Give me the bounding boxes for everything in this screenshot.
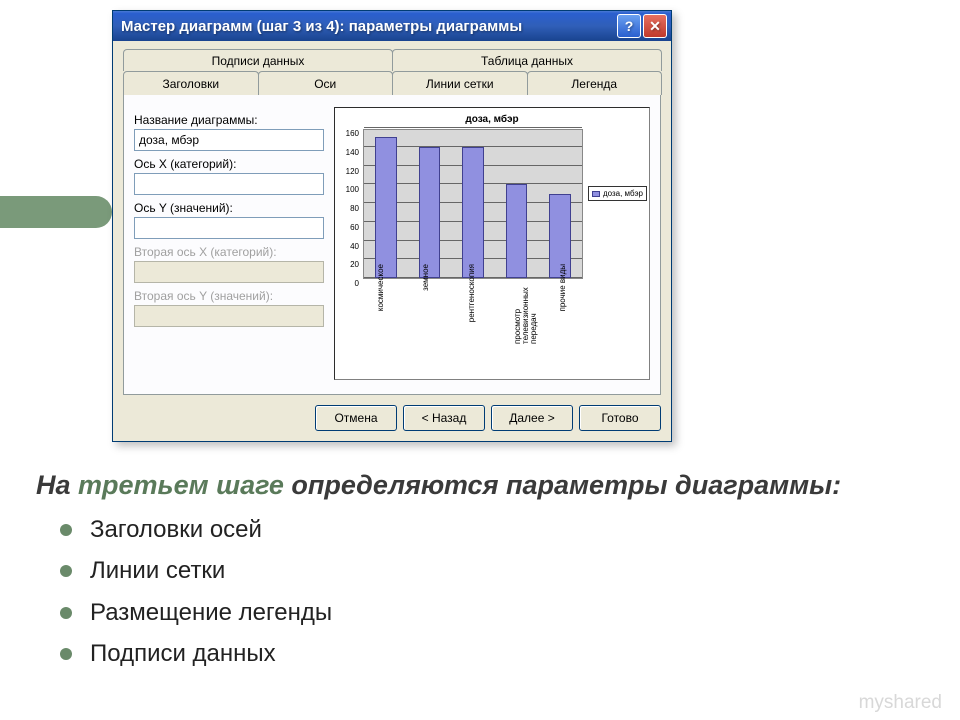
heading-prefix: На <box>36 470 78 500</box>
axis-x2-label: Вторая ось X (категорий): <box>134 245 324 259</box>
axis-y2-input <box>134 305 324 327</box>
legend-swatch <box>592 191 600 197</box>
chart-name-label: Название диаграммы: <box>134 113 324 127</box>
chart-bar <box>462 147 484 278</box>
chart-legend: доза, мбэр <box>588 186 647 201</box>
titlebar[interactable]: Мастер диаграмм (шаг 3 из 4): параметры … <box>113 11 671 41</box>
tabs: Подписи данных Таблица данных Заголовки … <box>123 49 661 395</box>
titles-form: Название диаграммы: Ось X (категорий): О… <box>134 107 324 380</box>
heading-highlight: третьем шаге <box>78 470 284 500</box>
axis-x-label: Ось X (категорий): <box>134 157 324 171</box>
slide-accent <box>0 196 112 228</box>
chart-wizard-dialog: Мастер диаграмм (шаг 3 из 4): параметры … <box>112 10 672 442</box>
back-button[interactable]: < Назад <box>403 405 485 431</box>
list-item: Заголовки осей <box>60 514 332 546</box>
chart-bar <box>375 137 397 278</box>
wizard-buttons: Отмена < Назад Далее > Готово <box>123 405 661 431</box>
axis-y-label: Ось Y (значений): <box>134 201 324 215</box>
list-item: Подписи данных <box>60 638 332 670</box>
list-item: Размещение легенды <box>60 597 332 629</box>
watermark: myshared <box>859 692 942 714</box>
tab-axes[interactable]: Оси <box>258 71 394 95</box>
heading-suffix: определяются параметры диаграммы: <box>284 470 841 500</box>
tab-titles[interactable]: Заголовки <box>123 71 259 95</box>
tab-gridlines[interactable]: Линии сетки <box>392 71 528 95</box>
dialog-body: Подписи данных Таблица данных Заголовки … <box>113 41 671 441</box>
titlebar-text: Мастер диаграмм (шаг 3 из 4): параметры … <box>121 18 615 35</box>
list-item: Линии сетки <box>60 555 332 587</box>
next-button[interactable]: Далее > <box>491 405 573 431</box>
slide-heading: На третьем шаге определяются параметры д… <box>36 470 841 501</box>
axis-y2-label: Вторая ось Y (значений): <box>134 289 324 303</box>
tab-panel-titles: Название диаграммы: Ось X (категорий): О… <box>123 95 661 395</box>
tab-data-table[interactable]: Таблица данных <box>392 49 662 71</box>
help-button[interactable]: ? <box>617 14 641 38</box>
chart-bar <box>419 147 441 278</box>
tab-data-labels[interactable]: Подписи данных <box>123 49 393 71</box>
chart-preview: доза, мбэр 020406080100120140160 космиче… <box>334 107 650 380</box>
slide-list: Заголовки осей Линии сетки Размещение ле… <box>60 514 332 680</box>
chart-preview-title: доза, мбэр <box>339 114 645 125</box>
axis-y-input[interactable] <box>134 217 324 239</box>
legend-label: доза, мбэр <box>603 189 643 198</box>
close-icon: ✕ <box>649 18 661 35</box>
axis-x-input[interactable] <box>134 173 324 195</box>
axis-x2-input <box>134 261 324 283</box>
tab-legend[interactable]: Легенда <box>527 71 663 95</box>
chart-plot-area: 020406080100120140160 <box>363 129 583 279</box>
cancel-button[interactable]: Отмена <box>315 405 397 431</box>
close-button[interactable]: ✕ <box>643 14 667 38</box>
chart-name-input[interactable] <box>134 129 324 151</box>
finish-button[interactable]: Готово <box>579 405 661 431</box>
